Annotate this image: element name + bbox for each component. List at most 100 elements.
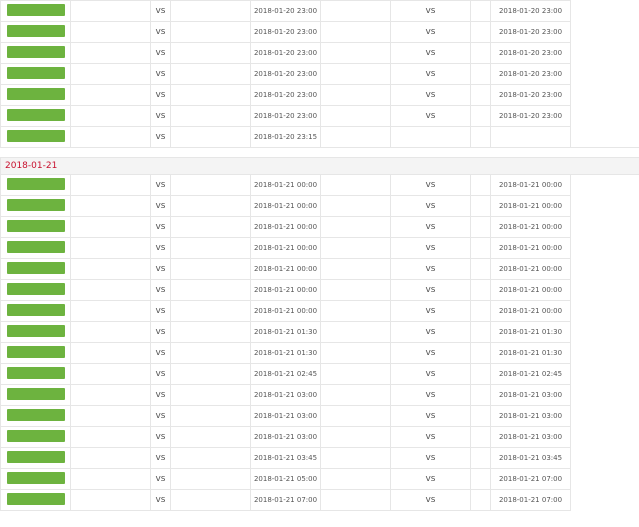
league-tag[interactable]	[6, 219, 65, 232]
league-tag[interactable]	[6, 261, 65, 274]
league-tag[interactable]	[6, 87, 65, 100]
match-time-cell: 2018-01-21 00:00	[490, 174, 571, 196]
match-time: 2018-01-21 00:00	[498, 223, 563, 231]
match-home-cell	[320, 405, 391, 427]
match-vs-cell: vs	[390, 468, 471, 490]
match-time: 2018-01-21 00:00	[498, 244, 563, 252]
league-tag[interactable]	[6, 366, 65, 379]
match-time: 2018-01-21 01:30	[498, 349, 563, 357]
league-tag[interactable]	[6, 108, 65, 121]
league-tag[interactable]	[6, 408, 65, 421]
match-home-cell	[320, 174, 391, 196]
match-away-cell	[170, 195, 251, 217]
match-row: vs 2018-01-21 03:00 vs 2018-01-21 03:00	[0, 426, 639, 448]
match-league-cell	[0, 321, 71, 343]
league-tag[interactable]	[6, 24, 65, 37]
match-time: 2018-01-21 07:00	[253, 496, 318, 504]
match-home-cell	[320, 237, 391, 259]
league-tag[interactable]	[6, 3, 65, 16]
match-vs: vs	[155, 90, 166, 100]
match-vs-cell: vs	[150, 21, 171, 43]
league-tag[interactable]	[6, 129, 65, 142]
match-home-cell	[70, 342, 151, 364]
match-away-cell	[170, 21, 251, 43]
match-time-cell: 2018-01-21 00:00	[250, 174, 321, 196]
match-vs: vs	[155, 111, 166, 121]
match-away-cell	[170, 405, 251, 427]
match-league-cell	[0, 174, 71, 196]
match-time-cell: 2018-01-21 03:00	[490, 384, 571, 406]
match-vs: vs	[155, 285, 166, 295]
match-home-cell	[70, 321, 151, 343]
match-home-cell	[320, 489, 391, 511]
match-row: vs 2018-01-21 00:00 vs 2018-01-21 00:00	[0, 300, 639, 322]
league-tag[interactable]	[6, 45, 65, 58]
match-time: 2018-01-21 03:45	[498, 454, 563, 462]
league-tag[interactable]	[6, 282, 65, 295]
match-vs: vs	[425, 390, 436, 400]
match-time: 2018-01-21 05:00	[253, 475, 318, 483]
league-tag[interactable]	[6, 492, 65, 505]
league-tag[interactable]	[6, 303, 65, 316]
match-away-cell	[170, 126, 251, 148]
match-vs: vs	[155, 306, 166, 316]
match-time: 2018-01-21 01:30	[253, 349, 318, 357]
league-tag[interactable]	[6, 177, 65, 190]
match-time-cell: 2018-01-20 23:00	[250, 105, 321, 127]
match-vs-cell: vs	[390, 426, 471, 448]
match-time-cell: 2018-01-21 03:00	[250, 426, 321, 448]
match-away-cell	[470, 468, 491, 490]
match-home-cell	[70, 489, 151, 511]
match-vs-cell: vs	[390, 321, 471, 343]
match-home-cell	[70, 105, 151, 127]
match-time: 2018-01-21 03:00	[498, 391, 563, 399]
match-home-cell	[70, 258, 151, 280]
match-away-cell	[170, 426, 251, 448]
match-home-cell	[320, 447, 391, 469]
match-vs: vs	[155, 411, 166, 421]
match-time-cell: 2018-01-21 00:00	[490, 258, 571, 280]
match-row: vs 2018-01-20 23:00 vs 2018-01-20 23:00	[0, 21, 639, 43]
match-vs-cell: vs	[150, 105, 171, 127]
match-vs-cell: vs	[150, 258, 171, 280]
match-home-cell	[70, 384, 151, 406]
match-away-cell	[470, 84, 491, 106]
match-vs: vs	[155, 243, 166, 253]
match-away-cell	[470, 237, 491, 259]
match-row: vs 2018-01-21 03:00 vs 2018-01-21 03:00	[0, 384, 639, 406]
league-tag[interactable]	[6, 387, 65, 400]
match-home-cell	[70, 468, 151, 490]
match-away-cell	[170, 468, 251, 490]
match-home-cell	[70, 363, 151, 385]
match-vs: vs	[425, 327, 436, 337]
league-tag[interactable]	[6, 324, 65, 337]
league-tag[interactable]	[6, 66, 65, 79]
match-vs: vs	[425, 411, 436, 421]
match-away-cell	[470, 21, 491, 43]
league-tag[interactable]	[6, 198, 65, 211]
match-home-cell	[320, 195, 391, 217]
league-tag[interactable]	[6, 345, 65, 358]
match-vs-cell: vs	[150, 300, 171, 322]
match-home-cell	[320, 363, 391, 385]
match-away-cell	[470, 405, 491, 427]
match-league-cell	[0, 279, 71, 301]
league-tag[interactable]	[6, 240, 65, 253]
match-time: 2018-01-20 23:00	[253, 112, 318, 120]
league-tag[interactable]	[6, 471, 65, 484]
match-away-cell	[170, 489, 251, 511]
match-league-cell	[0, 468, 71, 490]
league-tag[interactable]	[6, 450, 65, 463]
league-tag[interactable]	[6, 429, 65, 442]
match-row: vs 2018-01-21 01:30 vs 2018-01-21 01:30	[0, 342, 639, 364]
match-league-cell	[0, 84, 71, 106]
match-time-cell: 2018-01-21 02:45	[250, 363, 321, 385]
match-time: 2018-01-20 23:00	[253, 91, 318, 99]
match-vs-cell: vs	[150, 174, 171, 196]
match-time-cell: 2018-01-21 02:45	[490, 363, 571, 385]
match-league-cell	[0, 363, 71, 385]
match-vs: vs	[155, 6, 166, 16]
match-vs: vs	[155, 27, 166, 37]
match-vs-cell: vs	[150, 468, 171, 490]
match-time: 2018-01-20 23:00	[253, 70, 318, 78]
